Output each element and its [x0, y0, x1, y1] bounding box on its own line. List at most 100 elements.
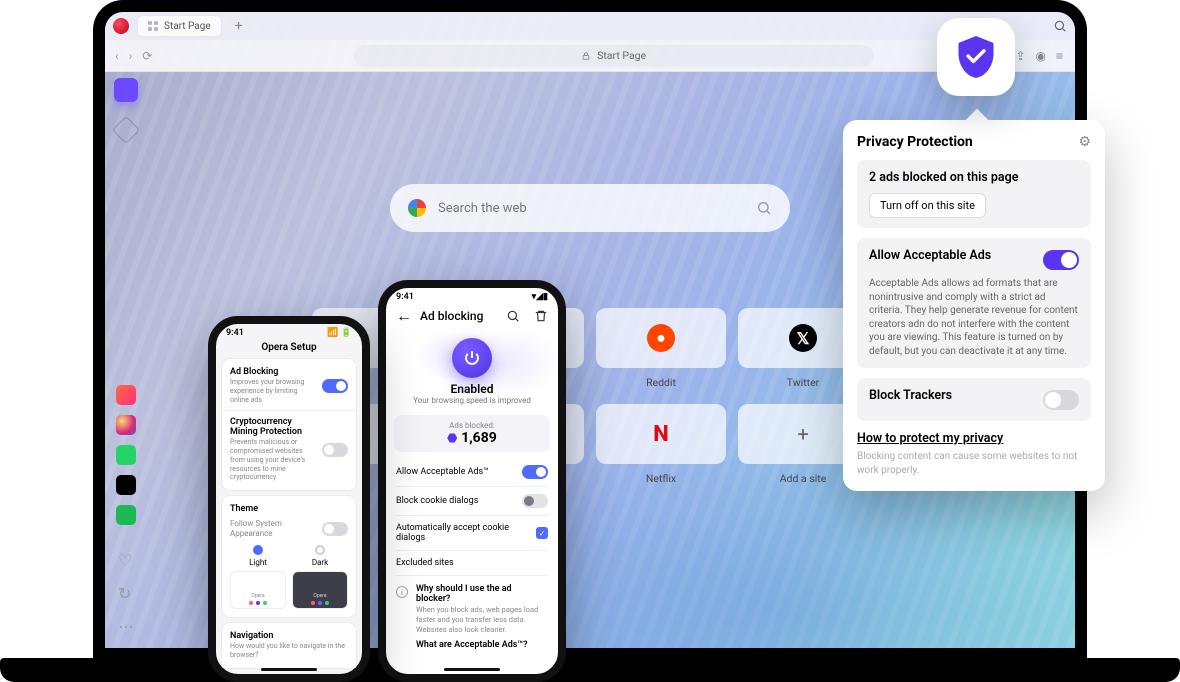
sd-label: Add a site — [780, 472, 827, 492]
follow-system-label: Follow System Appearance — [230, 519, 316, 539]
allow-ads-title: Allow Acceptable Ads — [869, 248, 991, 263]
screen-title: Ad blocking — [420, 309, 498, 323]
left-rail: ♡ ↻ ⋯ — [105, 72, 147, 648]
snapshot-icon[interactable]: ◉ — [1036, 49, 1046, 63]
address-bar: ‹ › ⟳ Start Page ⇪ ◉ ≡ — [105, 40, 1075, 72]
row-label: Automatically accept cookie dialogs — [396, 523, 536, 543]
nav-desc: How would you like to navigate in the br… — [230, 642, 348, 660]
sd-tile-reddit[interactable]: ● — [596, 308, 726, 368]
nav-title: Navigation — [230, 631, 348, 641]
status-bar: 9:41 ▾◢▮ — [386, 288, 558, 302]
tabs-search-icon[interactable] — [1053, 19, 1067, 33]
phone-opera-setup: 9:41 📶 🔋 Opera Setup Ad Blocking Improve… — [208, 316, 370, 682]
hero-section: Enabled Your browsing speed is improved — [386, 332, 558, 409]
app-spotify-icon[interactable] — [116, 505, 136, 525]
app-instagram-icon[interactable] — [116, 415, 136, 435]
easysetup-icon[interactable]: ≡ — [1056, 49, 1063, 63]
faq-q2[interactable]: What are Acceptable Ads™? — [416, 640, 548, 650]
block-cookie-toggle[interactable] — [522, 494, 548, 508]
tab-bar: Start Page + — [105, 12, 1075, 40]
theme-light-label: Light — [230, 558, 286, 567]
reload-icon[interactable]: ⟳ — [142, 49, 152, 63]
crypto-desc: Prevents malicious or compromised websit… — [230, 438, 316, 482]
search-icon[interactable] — [506, 309, 520, 323]
share-icon[interactable]: ⇪ — [1015, 49, 1025, 63]
new-tab-button[interactable]: + — [230, 17, 248, 35]
back-icon[interactable]: ← — [396, 306, 412, 326]
privacy-help-link[interactable]: How to protect my privacy — [857, 431, 1091, 446]
radio-icon — [315, 545, 325, 555]
trackers-title: Block Trackers — [869, 388, 952, 403]
faq-a1: When you block ads, web pages load faste… — [416, 605, 548, 634]
app-whatsapp-icon[interactable] — [116, 445, 136, 465]
search-bar[interactable]: Search the web — [390, 184, 790, 232]
allow-ads-toggle[interactable] — [1043, 250, 1079, 270]
row-allow-aa[interactable]: Allow Acceptable Ads™ — [396, 458, 548, 487]
heart-icon[interactable]: ♡ — [118, 551, 134, 570]
sd-label: Netflix — [646, 472, 676, 492]
crypto-toggle[interactable] — [322, 443, 348, 457]
row-label: Allow Acceptable Ads™ — [396, 467, 489, 477]
follow-system-toggle[interactable] — [322, 522, 348, 536]
power-icon — [463, 349, 481, 367]
radio-icon — [253, 545, 263, 555]
row-auto-accept[interactable]: Automatically accept cookie dialogs ✓ — [396, 516, 548, 551]
opera-logo-icon — [113, 18, 129, 34]
row-block-cookie[interactable]: Block cookie dialogs — [396, 487, 548, 516]
trash-icon[interactable] — [534, 309, 548, 323]
shield-check-icon — [955, 34, 997, 80]
hex-icon — [447, 433, 457, 443]
faq-q1[interactable]: Why should I use the ad blocker? — [416, 584, 548, 604]
tab-label: Start Page — [164, 21, 211, 32]
nav-forward-icon[interactable]: › — [129, 49, 133, 63]
privacy-popover: Privacy Protection ⚙ 2 ads blocked on th… — [843, 120, 1105, 491]
theme-preview-light: Opera — [230, 571, 286, 609]
ads-blocked-box: Ads blocked: 1,689 — [394, 415, 550, 452]
enabled-label: Enabled — [386, 382, 558, 396]
app-x-icon[interactable] — [116, 475, 136, 495]
trackers-toggle[interactable] — [1043, 390, 1079, 410]
workspaces-icon[interactable] — [112, 116, 140, 144]
aria-button[interactable] — [114, 78, 138, 102]
address-field[interactable]: Start Page — [354, 45, 874, 67]
faq-section: i Why should I use the ad blocker? When … — [386, 576, 558, 658]
nav-card: Navigation How would you like to navigat… — [222, 623, 356, 668]
auto-accept-checkbox[interactable]: ✓ — [536, 527, 548, 539]
search-placeholder: Search the web — [438, 201, 744, 216]
status-icons: 📶 🔋 — [327, 328, 352, 338]
settings-list: Allow Acceptable Ads™ Block cookie dialo… — [386, 458, 558, 576]
more-icon[interactable]: ⋯ — [118, 617, 134, 636]
tab-start-page[interactable]: Start Page — [137, 15, 222, 37]
pinned-apps — [116, 385, 136, 533]
status-icons: ▾◢▮ — [532, 292, 548, 302]
privacy-shield-button[interactable] — [937, 18, 1015, 96]
allow-aa-toggle[interactable] — [522, 465, 548, 479]
home-indicator — [444, 668, 500, 672]
lock-icon — [581, 51, 591, 61]
trackers-box: Block Trackers — [857, 378, 1091, 421]
theme-option-dark[interactable]: Dark Opera — [292, 545, 348, 609]
adblock-title: Ad Blocking — [230, 367, 316, 377]
popover-title: Privacy Protection — [857, 134, 973, 150]
turn-off-button[interactable]: Turn off on this site — [869, 193, 986, 218]
row-excluded[interactable]: Excluded sites — [396, 551, 548, 576]
status-time: 9:41 — [396, 292, 414, 302]
power-button[interactable] — [452, 338, 492, 378]
blocked-count-line: 2 ads blocked on this page — [869, 170, 1079, 185]
ads-blocked-count: 1,689 — [461, 430, 497, 446]
adblock-card: Ad Blocking Improves your browsing exper… — [222, 359, 356, 490]
ads-blocked-label: Ads blocked: — [400, 421, 544, 430]
theme-option-light[interactable]: Light Opera — [230, 545, 286, 609]
netflix-icon: N — [653, 422, 669, 447]
screen-title: Opera Setup — [216, 338, 362, 359]
gear-icon[interactable]: ⚙ — [1078, 134, 1091, 150]
row-label: Block cookie dialogs — [396, 496, 478, 506]
adblock-toggle[interactable] — [322, 379, 348, 393]
blocked-box: 2 ads blocked on this page Turn off on t… — [857, 160, 1091, 228]
toolbar-right: ⇪ ◉ ≡ — [1015, 49, 1063, 63]
sd-tile-netflix[interactable]: N — [596, 404, 726, 464]
nav-back-icon[interactable]: ‹ — [115, 49, 119, 63]
enabled-sub: Your browsing speed is improved — [386, 396, 558, 405]
app-pinboards-icon[interactable] — [116, 385, 136, 405]
history-icon[interactable]: ↻ — [118, 584, 134, 603]
